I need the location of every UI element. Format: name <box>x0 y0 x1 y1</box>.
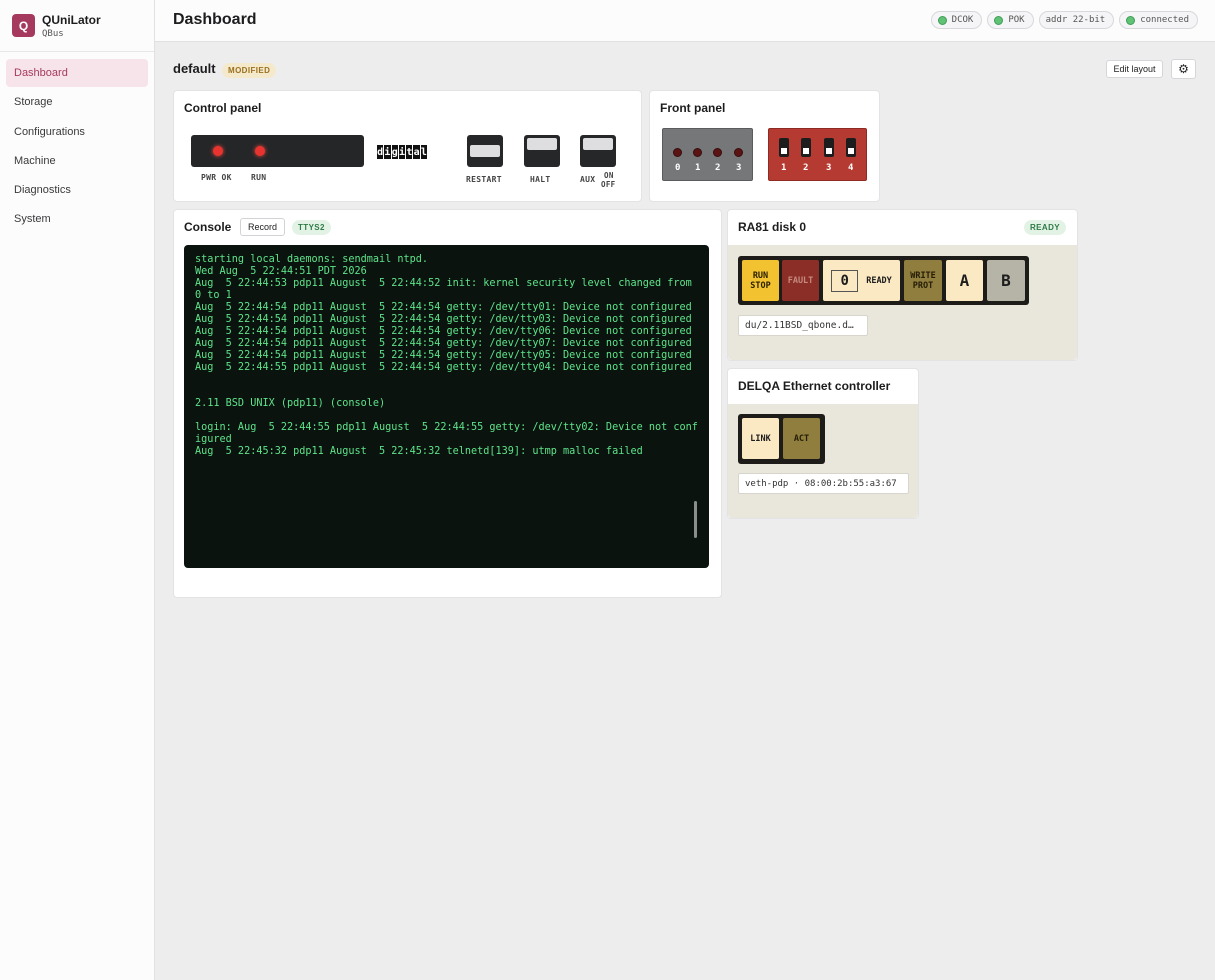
run-label: RUN <box>251 173 267 182</box>
console-card: Console Record TTYS2 starting local daem… <box>173 209 722 598</box>
run-lamp <box>255 146 265 156</box>
port-b-button[interactable]: B <box>987 260 1025 301</box>
ready-label: READY <box>866 275 892 286</box>
link-indicator: LINK <box>742 418 779 459</box>
logo-letter: t <box>406 145 413 159</box>
app-title: QUniLator <box>42 12 101 27</box>
card-title: Console <box>184 220 232 234</box>
edit-layout-button[interactable]: Edit layout <box>1106 60 1163 78</box>
logo-letter: g <box>391 145 398 159</box>
pwr-ok-lamp <box>213 146 223 156</box>
logo-letter: i <box>384 145 391 159</box>
led-bank: 0 1 2 3 <box>662 128 753 181</box>
status-dot-icon <box>1126 15 1136 25</box>
console-output: starting local daemons: sendmail ntpd. W… <box>195 254 698 457</box>
sidebar-item-configurations[interactable]: Configurations <box>6 118 148 146</box>
halt-switch[interactable] <box>524 135 560 167</box>
sidebar-item-diagnostics[interactable]: Diagnostics <box>6 176 148 204</box>
restart-switch[interactable] <box>467 135 503 167</box>
write-protect-button[interactable]: WRITE PROT <box>904 260 942 301</box>
fault-indicator: FAULT <box>782 260 819 301</box>
gear-icon: ⚙ <box>1178 62 1189 76</box>
pwr-ok-label: PWR OK <box>201 173 232 182</box>
dip-switch-1[interactable] <box>779 138 789 157</box>
led-3 <box>734 148 743 157</box>
status-chips: DCOK POK addr 22-bit connected <box>930 11 1198 29</box>
restart-label: RESTART <box>466 175 502 184</box>
led-label: 0 <box>675 163 681 173</box>
sidebar-item-storage[interactable]: Storage <box>6 88 148 116</box>
status-chip-pok: POK <box>987 11 1034 29</box>
aux-label: AUX <box>580 175 596 184</box>
control-panel-card: Control panel PWR OK RUN digital RESTART… <box>173 90 642 202</box>
sidebar-item-dashboard[interactable]: Dashboard <box>6 59 148 87</box>
sidebar-nav: Dashboard Storage Configurations Machine… <box>0 52 154 242</box>
dip-label: 1 <box>781 163 787 173</box>
logo-letter: i <box>398 145 406 159</box>
halt-label: HALT <box>530 175 551 184</box>
settings-button[interactable]: ⚙ <box>1171 59 1196 79</box>
aux-off-label: OFF <box>601 180 616 189</box>
page-title: Dashboard <box>173 11 257 28</box>
aux-on-label: ON <box>604 171 614 180</box>
modified-badge: MODIFIED <box>222 63 277 78</box>
led-0 <box>673 148 682 157</box>
logo-letter: l <box>420 145 428 159</box>
brand: Q QUniLator QBus <box>0 0 154 52</box>
dip-label: 4 <box>848 163 854 173</box>
ethernet-interface: veth-pdp · 08:00:2b:55:a3:67 <box>738 473 909 494</box>
dip-switch-3[interactable] <box>824 138 834 157</box>
card-title: Front panel <box>660 101 726 115</box>
bus-type: QBus <box>42 28 64 39</box>
led-1 <box>693 148 702 157</box>
card-title: Control panel <box>184 101 262 115</box>
dip-switch-bank: 1 2 3 4 <box>768 128 867 181</box>
ethernet-indicator-panel: LINK ACT <box>738 414 825 464</box>
lamp-panel <box>191 135 364 167</box>
dip-label: 2 <box>803 163 809 173</box>
status-chip-connected: connected <box>1119 11 1198 29</box>
dip-switch-4[interactable] <box>846 138 856 157</box>
disk-operator-panel: RUN STOP FAULT 0 READY WRITE PROT A B <box>738 256 1029 305</box>
sidebar: Q QUniLator QBus Dashboard Storage Confi… <box>0 0 155 980</box>
dip-switch-2[interactable] <box>801 138 811 157</box>
layout-name: default <box>173 61 216 76</box>
unit-ready-indicator: 0 READY <box>823 260 900 301</box>
ready-badge: READY <box>1023 220 1066 235</box>
dip-label: 3 <box>826 163 832 173</box>
aux-switch[interactable] <box>580 135 616 167</box>
delqa-card: DELQA Ethernet controller LINK ACT veth-… <box>727 368 919 519</box>
status-dot-icon <box>937 15 947 25</box>
app-logo: Q <box>12 14 35 37</box>
front-panel-card: Front panel 0 1 2 3 1 2 3 4 <box>649 90 880 202</box>
disk-image-path[interactable]: du/2.11BSD_qbone.d… <box>738 315 868 336</box>
status-chip-addr: addr 22-bit <box>1038 11 1115 29</box>
led-label: 2 <box>715 163 721 173</box>
console-scrollbar[interactable] <box>694 501 697 538</box>
status-dot-icon <box>994 15 1004 25</box>
record-button[interactable]: Record <box>240 218 286 236</box>
logo-letter: a <box>413 145 420 159</box>
topbar: Dashboard DCOK POK addr 22-bit connected <box>155 0 1215 42</box>
tty-badge: TTYS2 <box>292 220 331 235</box>
ra81-disk-card: RA81 disk 0 READY RUN STOP FAULT 0 READY … <box>727 209 1078 361</box>
digital-logo: digital <box>377 145 428 159</box>
sidebar-item-system[interactable]: System <box>6 205 148 233</box>
port-a-button[interactable]: A <box>946 260 983 301</box>
card-title: DELQA Ethernet controller <box>738 379 891 393</box>
activity-indicator: ACT <box>783 418 820 459</box>
console-terminal[interactable]: starting local daemons: sendmail ntpd. W… <box>184 245 709 568</box>
led-2 <box>713 148 722 157</box>
run-stop-button[interactable]: RUN STOP <box>742 260 779 301</box>
sidebar-item-machine[interactable]: Machine <box>6 147 148 175</box>
status-chip-dcok: DCOK <box>930 11 983 29</box>
unit-number: 0 <box>831 269 859 292</box>
logo-letter: d <box>377 145 384 159</box>
card-title: RA81 disk 0 <box>738 220 807 234</box>
led-label: 1 <box>695 163 701 173</box>
led-label: 3 <box>736 163 742 173</box>
